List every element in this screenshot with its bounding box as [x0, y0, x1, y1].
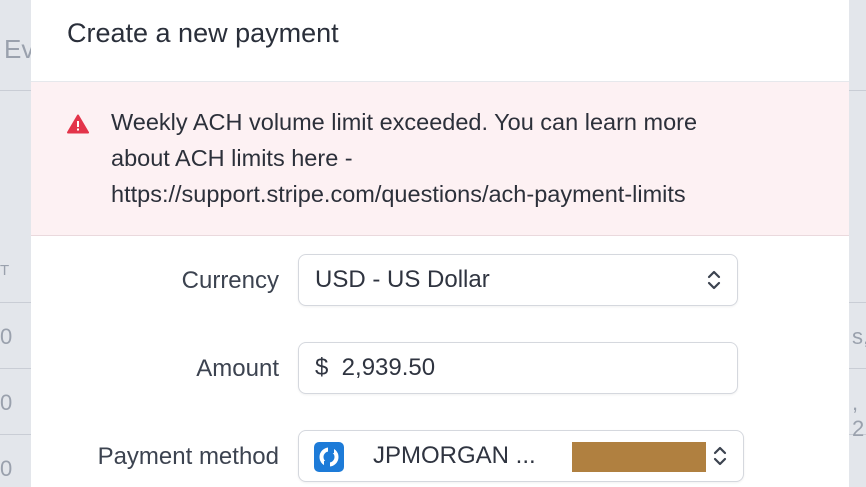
currency-select[interactable]: USD - US Dollar	[298, 254, 738, 306]
payment-method-label: Payment method	[97, 443, 279, 470]
amount-row: Amount $ 2,939.50	[31, 342, 849, 396]
currency-label: Currency	[181, 267, 279, 294]
create-payment-modal: Create a new payment Weekly ACH volume l…	[31, 0, 849, 487]
amount-input[interactable]: $ 2,939.50	[298, 342, 738, 394]
background-text: Ev	[4, 34, 35, 64]
modal-title: Create a new payment	[67, 18, 339, 48]
amount-label: Amount	[196, 355, 279, 382]
currency-row: Currency USD - US Dollar	[31, 254, 849, 308]
payment-method-select[interactable]: JPMORGAN ...	[298, 430, 744, 482]
currency-value: USD - US Dollar	[315, 266, 490, 293]
alert-link[interactable]: https://support.stripe.com/questions/ach…	[111, 176, 831, 212]
modal-header: Create a new payment	[31, 0, 849, 82]
background-text: T	[0, 262, 10, 279]
background-text: , 2	[852, 390, 865, 441]
payment-method-row: Payment method JPMORGAN ...	[31, 430, 849, 484]
background-text: s,	[852, 324, 866, 349]
alert-line: Weekly ACH volume limit exceeded. You ca…	[111, 109, 698, 135]
background-text: 0	[0, 390, 13, 415]
bank-logo-icon	[314, 442, 344, 472]
alert-message: Weekly ACH volume limit exceeded. You ca…	[111, 104, 831, 212]
error-alert: Weekly ACH volume limit exceeded. You ca…	[31, 82, 849, 236]
alert-line: about ACH limits here -	[111, 145, 353, 171]
chevron-up-down-icon	[713, 446, 727, 466]
warning-triangle-icon	[67, 114, 89, 134]
background-text: 0	[0, 456, 13, 481]
redacted-account-block	[572, 442, 706, 472]
chevron-up-down-icon	[707, 270, 721, 290]
background-text: 0	[0, 324, 13, 349]
payment-method-value: JPMORGAN ...	[373, 442, 536, 469]
amount-value: $ 2,939.50	[315, 354, 436, 381]
